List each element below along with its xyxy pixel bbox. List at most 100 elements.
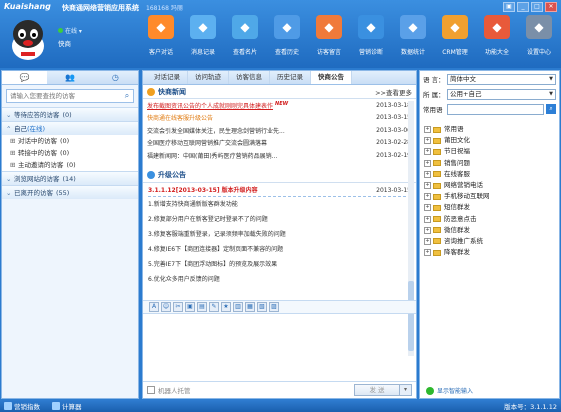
news-item[interactable]: 交流会引发全国媒体关注，民生理念剑营销行业先... 2013-03-06: [143, 124, 416, 137]
statistics-icon: ◆: [400, 15, 426, 39]
editor-tool-icon[interactable]: ▣: [185, 302, 195, 312]
news-item[interactable]: 快商通在线客服升级公告 2013-03-15: [143, 112, 416, 125]
expand-icon: +: [424, 182, 431, 190]
editor-tool-icon[interactable]: A: [149, 302, 159, 312]
toolbar-button-settings[interactable]: ◆ 设置中心: [518, 15, 560, 56]
search-icon[interactable]: ⌕: [121, 91, 133, 101]
visitor-subgroup[interactable]: ⊞ 对话中的访客 (0): [2, 135, 138, 147]
visitor-group[interactable]: ⌄ 已离开的访客 (55): [2, 185, 138, 199]
visitor-panel: 💬 👥 ◷ ⌕ ⌄等待应答的访客(0)⌃自己(在线)⊞对话中的访客(0)⊞转接中…: [1, 70, 139, 399]
language-row: 语 言： 简体中文 ▼: [420, 72, 559, 86]
toolbar-button-crm[interactable]: ◆ CRM管理: [434, 15, 476, 56]
tab-3[interactable]: 历史记录: [270, 71, 311, 84]
toolbar-button-chat[interactable]: ◆ 客户对话: [140, 15, 182, 56]
toolbar-label: 消息记录: [190, 49, 215, 56]
toolbar-button-leave-message[interactable]: ◆ 访客留言: [308, 15, 350, 56]
news-item[interactable]: 全国医疗移动互联网营销推广交流会圆满落幕 2013-02-28: [143, 137, 416, 150]
toolbar-button-business-card[interactable]: ◆ 查看名片: [224, 15, 266, 56]
phrase-category[interactable]: + 降客群发: [424, 247, 559, 258]
phrase-category[interactable]: + 销售问题: [424, 158, 559, 169]
minimize-button[interactable]: _: [517, 2, 529, 12]
skin-button[interactable]: ▣: [503, 2, 515, 12]
visitor-search-input[interactable]: [7, 90, 121, 102]
tab-visitors[interactable]: 💬: [2, 71, 48, 84]
scrollbar-thumb[interactable]: [408, 281, 414, 351]
tab-2[interactable]: 访客信息: [229, 71, 270, 84]
expand-icon: +: [424, 170, 431, 178]
upgrade-version-row[interactable]: 3.1.1.12[2013-03-15] 版本升级内容 2013-03-15: [148, 185, 411, 197]
people-icon: 👥: [65, 73, 75, 82]
robot-hosting-checkbox[interactable]: 机器人托管: [147, 385, 191, 395]
calculator-icon: [52, 402, 60, 410]
toolbar-button-history[interactable]: ◆ 查看历史: [266, 15, 308, 56]
visitor-group[interactable]: ⌄ 等待应答的访客 (0): [2, 107, 138, 121]
phrase-category[interactable]: + 节日祝福: [424, 146, 559, 157]
editor-tool-icon[interactable]: ▦: [245, 302, 255, 312]
phrase-category[interactable]: + 手机移动互联网: [424, 191, 559, 202]
toolbar-button-message-record[interactable]: ◆ 消息记录: [182, 15, 224, 56]
tab-1[interactable]: 访问轨迹: [188, 71, 229, 84]
phrase-category[interactable]: + 网络营销电话: [424, 180, 559, 191]
phrase-category[interactable]: + 防恶意点击: [424, 214, 559, 225]
search-icon[interactable]: ⌕: [546, 104, 556, 114]
phrase-category[interactable]: + 咨询推广系统: [424, 236, 559, 247]
news-item[interactable]: 福建新闻网：中国(莆田)秀屿医疗营销药品展销... 2013-02-19: [143, 149, 416, 162]
expand-icon: +: [424, 193, 431, 201]
chevron-down-icon: ⌄: [6, 175, 12, 183]
language-select[interactable]: 简体中文 ▼: [447, 73, 556, 85]
phrase-category[interactable]: + 在线客服: [424, 169, 559, 180]
editor-tool-icon[interactable]: ▨: [269, 302, 279, 312]
phrase-category[interactable]: + 短信群发: [424, 202, 559, 213]
username: 快商: [58, 40, 71, 48]
editor-tool-icon[interactable]: ★: [221, 302, 231, 312]
editor-tool-icon[interactable]: ▧: [257, 302, 267, 312]
phrase-category-label: 莆田文化: [444, 136, 470, 145]
chevron-down-icon: ⌄: [6, 189, 12, 197]
send-group: 发 送 ▾: [354, 384, 412, 396]
toolbar-button-statistics[interactable]: ◆ 数据统计: [392, 15, 434, 56]
smart-input-toggle[interactable]: 显示智能输入: [420, 383, 559, 398]
scrollbar[interactable]: [408, 101, 414, 356]
news-item[interactable]: 发布截图资讯公告的个人成就刚刚完具体建表作 NEW 2013-03-18: [143, 99, 416, 112]
upgrade-title: 升级公告: [147, 170, 186, 180]
phrase-tree: + 常用语 + 莆田文化 + 节日祝福 + 销售问题 + 在线客服 + 网络营销电话 + 手机移动互联网 +…: [420, 124, 559, 258]
diagnosis-icon: ◆: [358, 15, 384, 39]
phrase-category[interactable]: + 莆田文化: [424, 135, 559, 146]
phrase-search-input[interactable]: [447, 103, 544, 115]
tab-0[interactable]: 对话记录: [147, 71, 188, 84]
maximize-button[interactable]: □: [531, 2, 543, 12]
visitor-subgroup[interactable]: ⊞ 转接中的访客 (0): [2, 147, 138, 159]
toolbar-button-function[interactable]: ◆ 功能大全: [476, 15, 518, 56]
toolbar-button-diagnosis[interactable]: ◆ 营销诊断: [350, 15, 392, 56]
editor-tool-icon[interactable]: ☺: [161, 302, 171, 312]
visitor-group[interactable]: ⌃ 自己(在线): [2, 121, 138, 135]
avatar[interactable]: [8, 16, 48, 62]
category-select[interactable]: 公用+自己 ▼: [447, 88, 556, 100]
group-count: (0): [62, 111, 72, 119]
language-label: 语 言：: [423, 76, 445, 84]
calculator-button[interactable]: 计算器: [52, 401, 82, 411]
editor-tool-icon[interactable]: ▥: [233, 302, 243, 312]
marketing-index-button[interactable]: 营销指数: [4, 401, 40, 411]
close-button[interactable]: ✕: [545, 2, 557, 12]
online-status[interactable]: 在线 ▾: [58, 26, 82, 35]
group-label: 自己: [14, 125, 27, 133]
clock-icon: ◷: [111, 73, 119, 82]
tab-colleagues[interactable]: 👥: [47, 71, 92, 84]
tab-history[interactable]: ◷: [93, 71, 138, 84]
send-button[interactable]: 发 送: [354, 384, 400, 396]
visitor-group[interactable]: ⌄ 浏览网站的访客 (14): [2, 171, 138, 185]
editor-tool-icon[interactable]: ✎: [209, 302, 219, 312]
phrase-category[interactable]: + 微信群发: [424, 225, 559, 236]
news-date: 2013-02-19: [376, 151, 411, 159]
visitor-search: ⌕: [6, 89, 134, 103]
send-options-chevron-icon[interactable]: ▾: [400, 384, 412, 396]
folder-icon: [433, 137, 441, 144]
editor-tool-icon[interactable]: ✂: [173, 302, 183, 312]
editor-tool-icon[interactable]: ▤: [197, 302, 207, 312]
view-more-link[interactable]: >>查看更多: [375, 87, 412, 97]
phrase-category[interactable]: + 常用语: [424, 124, 559, 135]
visitor-subgroup[interactable]: ⊞ 主动邀请的访客 (0): [2, 159, 138, 171]
expand-icon: ⊞: [10, 137, 16, 145]
tab-4[interactable]: 快商公告: [311, 71, 352, 84]
